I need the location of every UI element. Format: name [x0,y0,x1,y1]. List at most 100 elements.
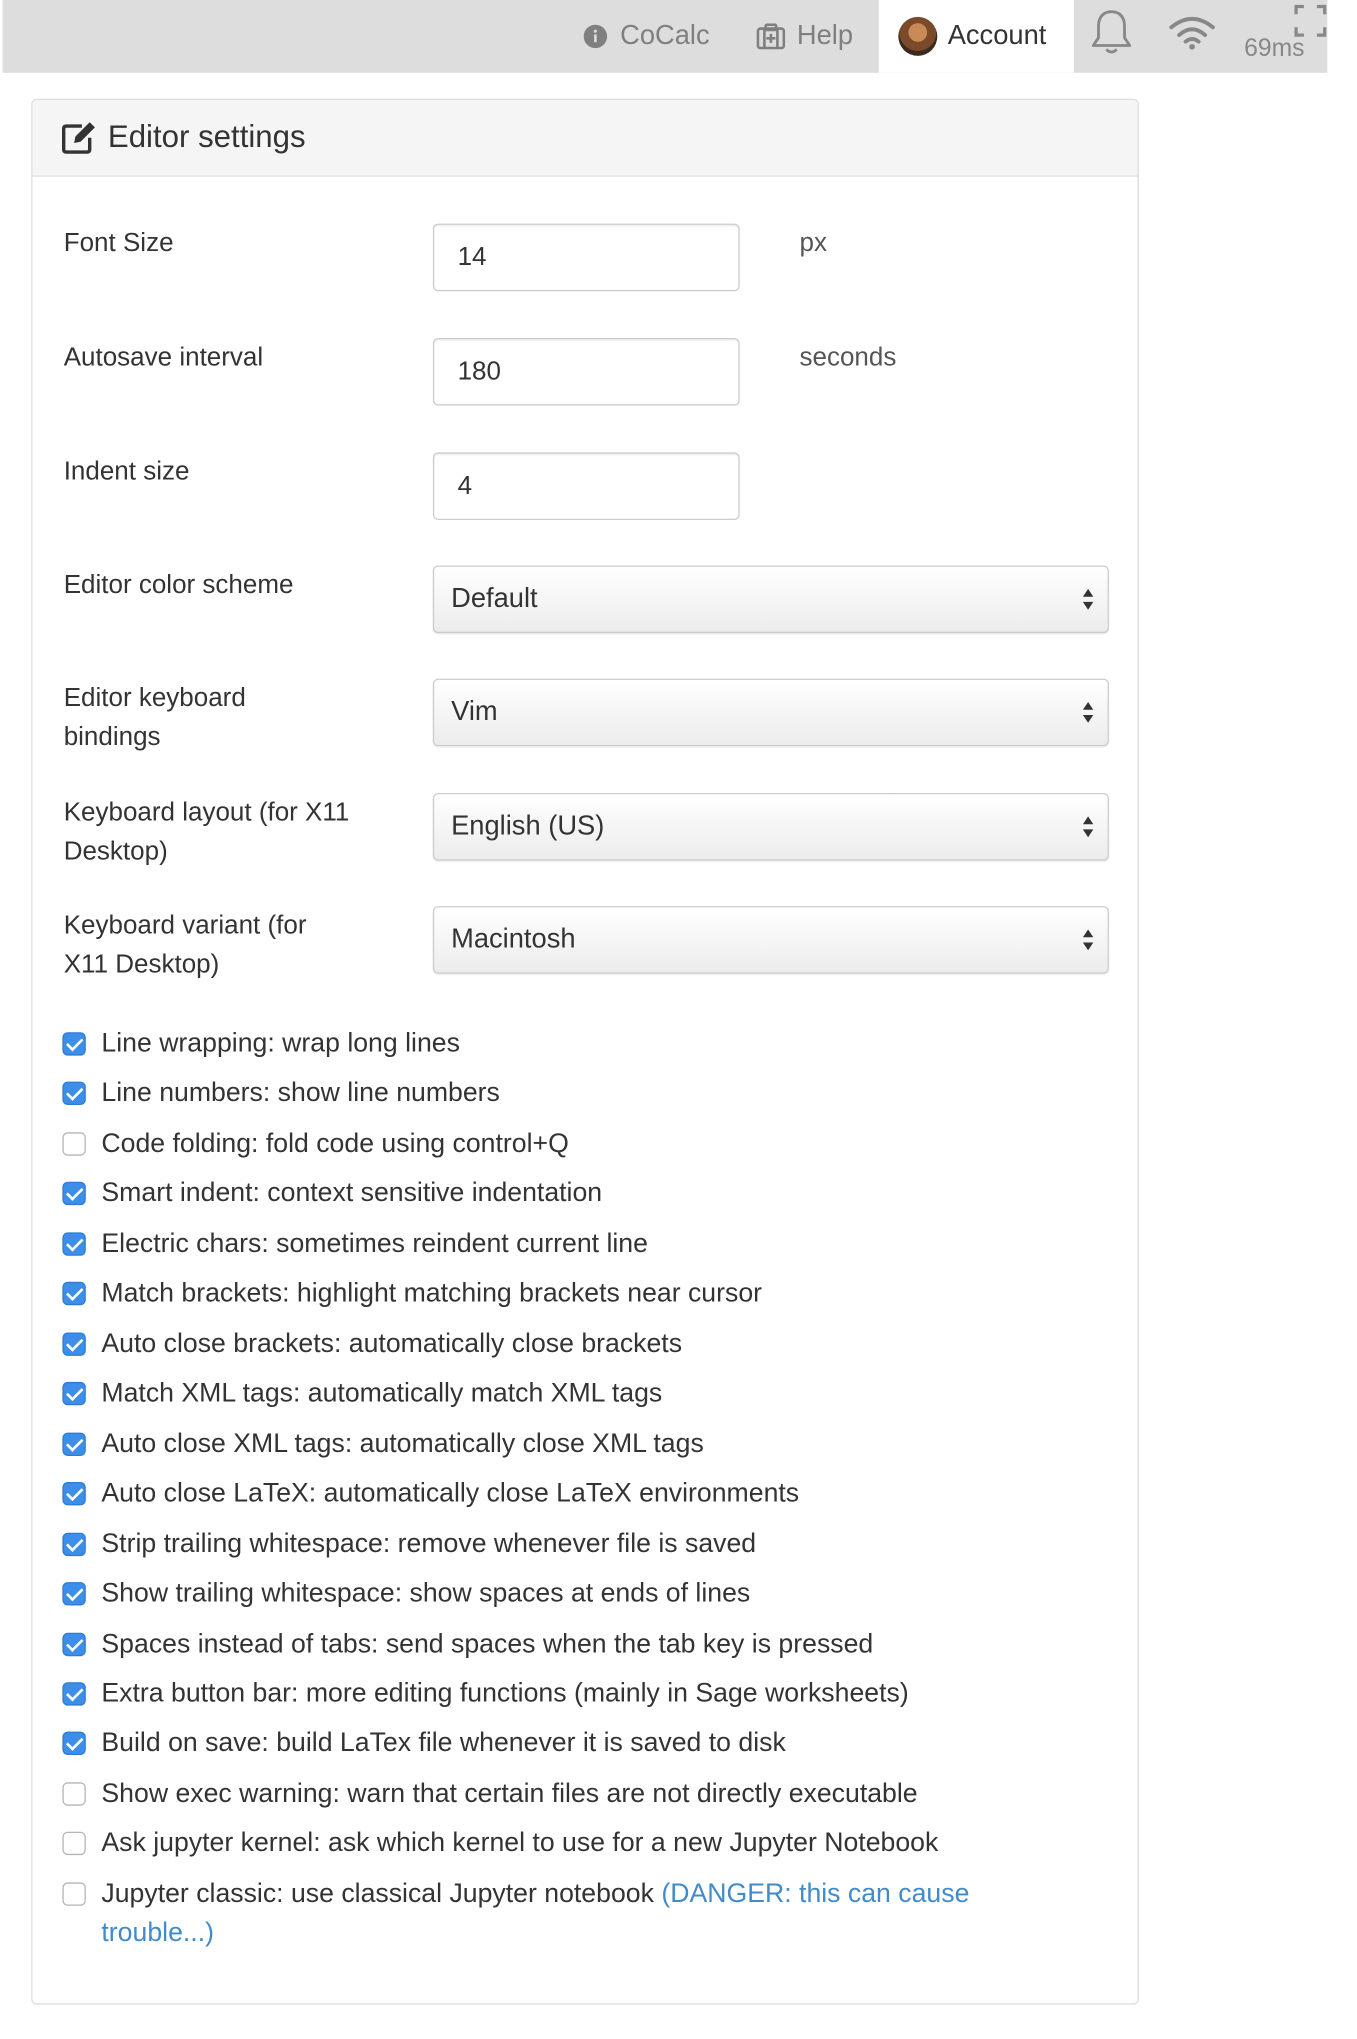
option-line-numbers[interactable]: Line numbers: show line numbers [62,1074,1102,1113]
checkbox[interactable] [62,1381,86,1406]
select-arrows-icon [1082,584,1095,615]
option-label: Ask jupyter kernel: ask which kernel to … [101,1827,939,1858]
option-label: Build on save: build LaTex file whenever… [101,1727,786,1758]
option-extra-button-bar[interactable]: Extra button bar: more editing functions… [62,1674,1102,1713]
checkbox[interactable] [62,1632,86,1657]
option-smart-indent[interactable]: Smart indent: context sensitive indentat… [62,1174,1102,1213]
option-label: Extra button bar: more editing functions… [101,1678,909,1709]
option-label: Show trailing whitespace: show spaces at… [101,1578,751,1609]
checkbox[interactable] [62,1882,86,1906]
option-code-folding[interactable]: Code folding: fold code using control+Q [62,1125,1102,1164]
panel-title: Editor settings [107,119,306,155]
font-size-input[interactable] [432,223,740,292]
option-label: Auto close brackets: automatically close… [101,1328,683,1359]
color-scheme-value: Default [451,583,538,614]
wifi-icon [1169,14,1216,58]
option-auto-close-xml-tags[interactable]: Auto close XML tags: automatically close… [62,1425,1102,1464]
option-label: Line wrapping: wrap long lines [101,1028,460,1059]
kb-layout-value: English (US) [451,811,605,842]
indent-row: Indent size [64,452,1109,520]
option-strip-trailing-whitespace[interactable]: Strip trailing whitespace: remove whenev… [62,1525,1102,1564]
option-spaces-instead-of-tabs[interactable]: Spaces instead of tabs: send spaces when… [62,1625,1102,1664]
color-scheme-row: Editor color scheme Default [63,565,1109,634]
kb-variant-select[interactable]: Macintosh [432,906,1109,974]
option-ask-jupyter-kernel[interactable]: Ask jupyter kernel: ask which kernel to … [62,1824,1102,1863]
checkbox[interactable] [62,1181,86,1206]
option-electric-chars[interactable]: Electric chars: sometimes reindent curre… [62,1225,1102,1264]
option-label: Line numbers: show line numbers [101,1077,500,1108]
option-label: Electric chars: sometimes reindent curre… [101,1228,648,1259]
keybindings-label: Editor keyboard bindings [63,683,246,752]
option-auto-close-latex[interactable]: Auto close LaTeX: automatically close La… [62,1474,1102,1513]
font-size-label: Font Size [63,228,174,258]
nav-help-label: Help [796,20,854,51]
option-line-wrapping[interactable]: Line wrapping: wrap long lines [62,1024,1102,1063]
checkbox[interactable] [62,1532,86,1557]
connection-status[interactable] [1169,0,1216,73]
font-size-unit: px [799,228,827,258]
keybindings-row: Editor keyboard bindings Vim [63,678,1109,757]
kb-variant-value: Macintosh [451,924,576,955]
option-show-exec-warning[interactable]: Show exec warning: warn that certain fil… [62,1774,1102,1813]
fullscreen-icon[interactable] [1294,4,1328,38]
option-label: Match brackets: highlight matching brack… [101,1277,763,1308]
option-label: Code folding: fold code using control+Q [101,1128,569,1159]
checkbox[interactable] [62,1682,86,1706]
nav-cocalc-label: CoCalc [620,20,710,51]
select-arrows-icon [1082,924,1095,955]
option-match-brackets[interactable]: Match brackets: highlight matching brack… [62,1274,1102,1313]
avatar [898,16,938,56]
notifications-button[interactable] [1089,0,1133,73]
font-size-row: Font Size px [63,223,1109,292]
top-nav-bar: CoCalc Help Account 69ms [2,0,1328,73]
option-label: Auto close LaTeX: automatically close La… [101,1478,800,1508]
keybindings-value: Vim [451,696,498,727]
checkbox[interactable] [62,1332,86,1356]
medkit-icon [756,23,786,50]
checkbox[interactable] [62,1731,86,1755]
indent-input[interactable] [432,452,740,520]
indent-label: Indent size [63,457,190,487]
checkbox[interactable] [62,1081,86,1105]
option-build-on-save[interactable]: Build on save: build LaTex file whenever… [62,1724,1102,1763]
option-label: Show exec warning: warn that certain fil… [101,1778,918,1809]
option-label: Strip trailing whitespace: remove whenev… [101,1528,757,1559]
checkbox[interactable] [62,1032,86,1056]
color-scheme-label: Editor color scheme [63,570,294,600]
option-label: Jupyter classic: use classical Jupyter n… [101,1878,654,1909]
checkbox[interactable] [62,1281,86,1306]
page: CoCalc Help Account 69ms Editor settings… [0,0,1357,2038]
kb-layout-select[interactable]: English (US) [432,793,1109,861]
autosave-label: Autosave interval [63,343,264,372]
option-match-xml-tags[interactable]: Match XML tags: automatically match XML … [62,1374,1102,1413]
checkbox[interactable] [62,1582,86,1606]
checkbox[interactable] [62,1432,86,1456]
option-show-trailing-whitespace[interactable]: Show trailing whitespace: show spaces at… [62,1574,1102,1613]
option-label: Auto close XML tags: automatically close… [101,1428,704,1459]
checkbox[interactable] [62,1782,86,1806]
keybindings-select[interactable]: Vim [432,678,1109,747]
color-scheme-select[interactable]: Default [432,565,1109,634]
option-label: Match XML tags: automatically match XML … [101,1378,663,1408]
autosave-input[interactable] [432,338,740,406]
select-arrows-icon [1082,697,1095,728]
checkbox[interactable] [62,1482,86,1506]
option-jupyter-classic[interactable]: Jupyter classic: use classical Jupyter n… [62,1875,1024,1953]
option-auto-close-brackets[interactable]: Auto close brackets: automatically close… [62,1325,1102,1364]
kb-layout-label: Keyboard layout (for X11 Desktop) [63,798,350,866]
autosave-unit: seconds [799,343,897,372]
info-circle-icon [582,23,608,49]
checkbox[interactable] [62,1232,86,1256]
nav-account[interactable]: Account [878,0,1074,73]
select-arrows-icon [1082,811,1095,842]
checkbox[interactable] [62,1831,86,1856]
checkbox[interactable] [62,1132,86,1156]
autosave-row: Autosave interval seconds [64,338,1109,406]
nav-account-label: Account [947,20,1047,51]
kb-variant-row: Keyboard variant (for X11 Desktop) Macin… [64,906,1109,984]
nav-cocalc[interactable]: CoCalc [582,0,710,73]
nav-help[interactable]: Help [756,0,854,73]
option-label: Smart indent: context sensitive indentat… [101,1177,603,1208]
panel-heading: Editor settings [32,100,1138,177]
option-label: Spaces instead of tabs: send spaces when… [101,1628,874,1659]
